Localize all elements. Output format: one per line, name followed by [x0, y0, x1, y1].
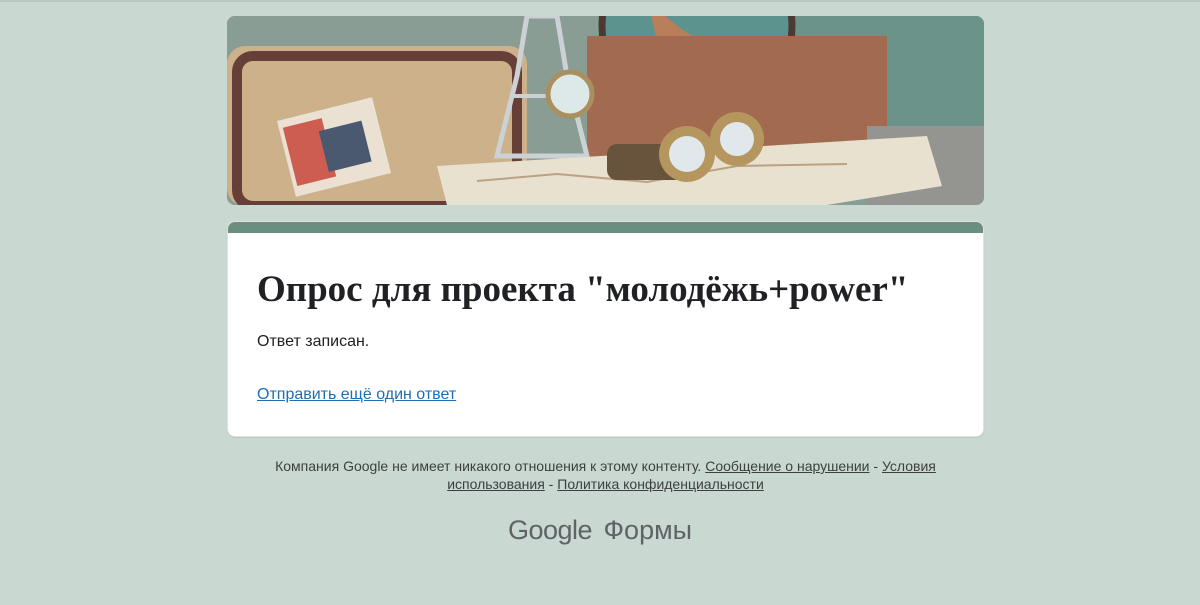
card-accent-stripe [228, 222, 983, 233]
form-title: Опрос для проекта "молодёжь+power" [257, 269, 909, 310]
footer-disclaimer: Компания Google не имеет никакого отноше… [227, 457, 984, 493]
separator: - [544, 476, 558, 492]
report-abuse-link[interactable]: Сообщение о нарушении [705, 458, 869, 474]
confirmation-message: Ответ записан. [257, 333, 370, 350]
google-wordmark: Google [507, 515, 593, 545]
disclaimer-text: Компания Google не имеет никакого отноше… [275, 458, 702, 474]
top-border [0, 0, 1200, 2]
travel-banner-illustration [227, 16, 984, 205]
privacy-policy-link[interactable]: Политика конфиденциальности [557, 476, 764, 492]
header-banner-image [227, 16, 984, 205]
form-container: Опрос для проекта "молодёжь+power" Ответ… [227, 16, 984, 437]
forms-wordmark: Формы [603, 515, 693, 545]
submit-another-response-link[interactable]: Отправить ещё один ответ [257, 386, 456, 404]
separator: - [869, 458, 882, 474]
response-card: Опрос для проекта "молодёжь+power" Ответ… [227, 221, 984, 437]
google-forms-logo[interactable]: Google Формы [0, 515, 1200, 546]
